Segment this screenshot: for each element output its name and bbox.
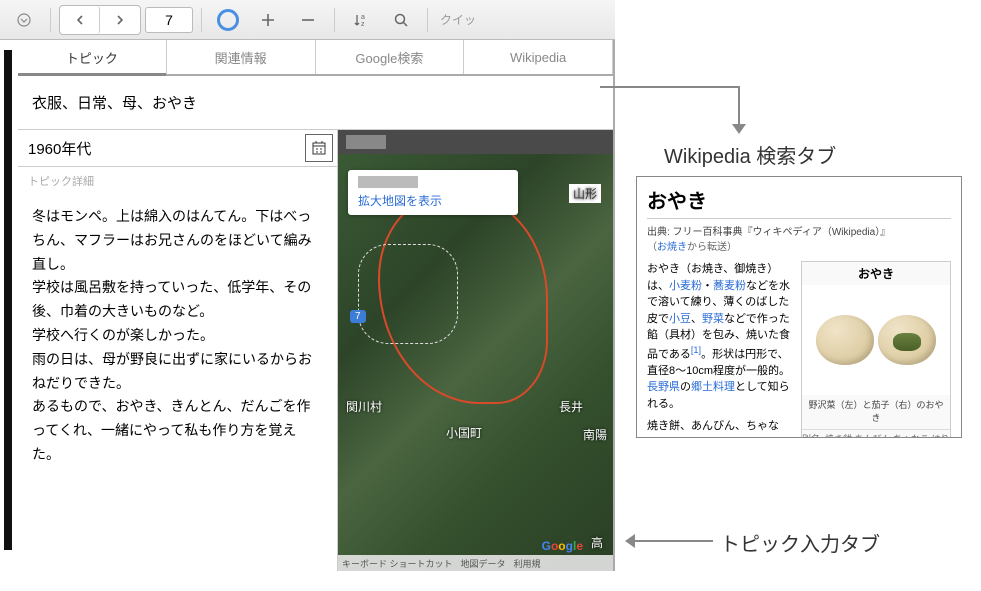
- dropdown-button[interactable]: [6, 6, 42, 34]
- tab-label: トピック: [66, 48, 118, 67]
- year-row: [18, 130, 337, 167]
- detail-body[interactable]: 冬はモンペ。上は綿入のはんてん。下はべっちん、マフラーはお兄さんのをほどいて編み…: [18, 195, 337, 477]
- map-footer-mapdata[interactable]: 地図データ: [461, 557, 506, 570]
- chevron-left-icon: [74, 14, 86, 26]
- wiki-link[interactable]: 小豆: [669, 313, 691, 325]
- forward-button[interactable]: [100, 6, 140, 34]
- lower-panes: トピック詳細 冬はモンペ。上は綿入のはんてん。下はべっちん、マフラーはお兄さんの…: [18, 129, 613, 571]
- wiki-text-row2: 焼き餅、あんびん、ちゃなこ、はりこしなどとも呼ば: [647, 418, 793, 438]
- arrow-line: [635, 540, 713, 542]
- arrow-head-left: [625, 534, 635, 548]
- search-icon: [393, 12, 409, 28]
- sort-az-icon: az: [353, 12, 369, 28]
- content: トピック 関連情報 Google検索 Wikipedia 衣服、日常、母、おやき…: [18, 40, 613, 571]
- back-button[interactable]: [60, 6, 100, 34]
- arrow-line: [600, 86, 740, 88]
- remove-button[interactable]: [290, 6, 326, 34]
- chevron-right-icon: [114, 14, 126, 26]
- annotation-topic-tab: トピック入力タブ: [720, 528, 880, 557]
- tab-topic[interactable]: トピック: [18, 40, 167, 74]
- wiki-redirect: （お焼きから転送）: [647, 238, 951, 253]
- minus-icon: [300, 12, 316, 28]
- page-number-input[interactable]: [145, 7, 193, 33]
- wiki-text: おやき（お焼き、御焼き）は、小麦粉・蕎麦粉などを水で溶いて練り、薄くのばした皮で…: [647, 261, 793, 438]
- arrow-head-down: [732, 124, 746, 134]
- map-border: [358, 244, 458, 344]
- wiki-link[interactable]: 野菜: [702, 313, 724, 325]
- calendar-button[interactable]: [305, 134, 333, 162]
- tab-related[interactable]: 関連情報: [167, 40, 316, 74]
- map-header: [338, 130, 613, 154]
- topic-keywords: 衣服、日常、母、おやき: [18, 76, 613, 129]
- tab-label: Google検索: [355, 48, 423, 67]
- map-label-nanyou: 南陽: [583, 426, 607, 443]
- map-footer: キーボード ショートカット 地図データ 利用規: [338, 555, 613, 571]
- map-header-placeholder: [346, 135, 386, 149]
- left-stripe: [0, 40, 18, 571]
- annotation-wiki-tab: Wikipedia 検索タブ: [664, 140, 836, 169]
- chevron-down-icon: [17, 13, 31, 27]
- plus-icon: [260, 12, 276, 28]
- tab-label: Wikipedia: [510, 50, 566, 65]
- wiki-infobox: おやき 野沢菜（左）と茄子（右）のおやき 別名 焼き餅 あんびん ちゃなこ はり: [801, 261, 951, 438]
- wiki-caption: 野沢菜（左）と茄子（右）のおやき: [802, 395, 950, 427]
- map-enlarge-link[interactable]: 拡大地図を表示: [358, 194, 442, 208]
- google-logo: Google: [542, 539, 583, 553]
- circle-icon: [217, 9, 239, 31]
- add-button[interactable]: [250, 6, 286, 34]
- wiki-image: [802, 285, 950, 395]
- main-area: トピック 関連情報 Google検索 Wikipedia 衣服、日常、母、おやき…: [0, 40, 615, 571]
- map-route-badge: 7: [350, 310, 366, 323]
- wiki-title: おやき: [647, 185, 951, 219]
- map-label-sekikawa: 関川村: [346, 398, 382, 415]
- wiki-link[interactable]: 郷土料理: [691, 381, 735, 393]
- divider: [50, 8, 51, 32]
- svg-text:z: z: [361, 21, 365, 28]
- map-label-yamagata: 山形: [569, 184, 601, 203]
- detail-pane: トピック詳細 冬はモンペ。上は綿入のはんてん。下はべっちん、マフラーはお兄さんの…: [18, 130, 338, 571]
- map-info-card: 拡大地図を表示: [348, 170, 518, 215]
- wiki-link[interactable]: 蕎麦粉: [713, 280, 746, 292]
- map-footer-shortcut[interactable]: キーボード ショートカット: [342, 557, 453, 570]
- map-terrain: [338, 154, 613, 571]
- tab-bar: トピック 関連情報 Google検索 Wikipedia: [18, 40, 613, 76]
- wiki-body: おやき（お焼き、御焼き）は、小麦粉・蕎麦粉などを水で溶いて練り、薄くのばした皮で…: [647, 261, 951, 438]
- tab-wikipedia[interactable]: Wikipedia: [464, 40, 613, 74]
- map-label-oguni: 小国町: [446, 424, 482, 441]
- detail-label: トピック詳細: [18, 167, 337, 195]
- record-button[interactable]: [210, 6, 246, 34]
- tab-google[interactable]: Google検索: [316, 40, 465, 74]
- wiki-link[interactable]: 小麦粉: [669, 280, 702, 292]
- wiki-subtitle: 出典: フリー百科事典『ウィキペディア（Wikipedia）』: [647, 223, 951, 238]
- wiki-bottom-row: 別名 焼き餅 あんびん ちゃなこ はり: [802, 429, 950, 438]
- calendar-icon: [312, 141, 326, 155]
- tab-label: 関連情報: [215, 48, 267, 67]
- year-input[interactable]: [18, 134, 301, 163]
- divider: [201, 8, 202, 32]
- wiki-link[interactable]: 長野県: [647, 381, 680, 393]
- oyaki-cut-illustration: [878, 315, 936, 365]
- wiki-redirect-link[interactable]: お焼き: [657, 242, 687, 253]
- wiki-ref[interactable]: [1]: [691, 345, 701, 355]
- arrow-line: [738, 86, 740, 126]
- map-card-placeholder: [358, 176, 418, 188]
- search-button[interactable]: [383, 6, 419, 34]
- svg-text:a: a: [361, 14, 365, 21]
- sort-button[interactable]: az: [343, 6, 379, 34]
- wiki-infobox-title: おやき: [802, 262, 950, 285]
- toolbar: az クイッ: [0, 0, 615, 40]
- map-label-taka: 高: [591, 534, 603, 551]
- wikipedia-panel: おやき 出典: フリー百科事典『ウィキペディア（Wikipedia）』 （お焼き…: [636, 176, 962, 438]
- oyaki-illustration: [816, 315, 874, 365]
- divider: [334, 8, 335, 32]
- quick-label: クイッ: [440, 11, 476, 28]
- map-pane[interactable]: 拡大地図を表示 山形 7 長井 小国町 関川村 南陽 高 Google キーボー…: [338, 130, 613, 571]
- map-label-nagai: 長井: [559, 398, 583, 415]
- map-footer-terms[interactable]: 利用規: [514, 557, 541, 570]
- nav-group: [59, 5, 141, 35]
- divider: [427, 8, 428, 32]
